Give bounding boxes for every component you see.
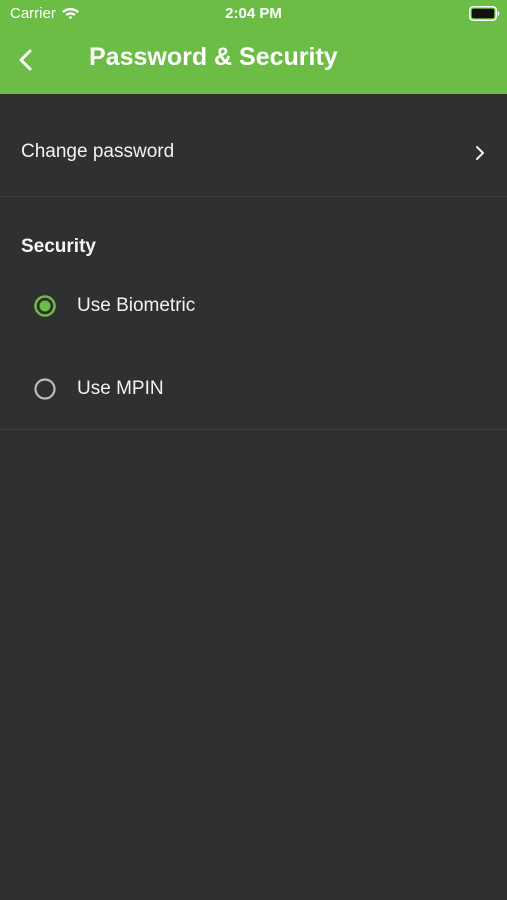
- use-mpin-option[interactable]: Use MPIN: [22, 365, 482, 413]
- divider: [0, 196, 507, 197]
- status-bar: Carrier 2:04 PM: [0, 0, 507, 28]
- chevron-left-icon: [19, 49, 32, 71]
- status-time: 2:04 PM: [225, 5, 282, 22]
- header: Carrier 2:04 PM Password & Security: [0, 0, 507, 94]
- battery-icon: [469, 6, 500, 21]
- chevron-right-icon: [476, 146, 484, 160]
- password-security-screen: Carrier 2:04 PM Password & Security Chan…: [0, 0, 507, 900]
- change-password-row[interactable]: Change password: [0, 110, 507, 196]
- change-password-label: Change password: [21, 141, 175, 162]
- divider: [0, 429, 507, 430]
- back-button[interactable]: [10, 42, 46, 78]
- page-title: Password & Security: [89, 43, 338, 71]
- radio-unselected-icon: [34, 378, 56, 400]
- use-biometric-label: Use Biometric: [77, 295, 196, 316]
- security-section-title: Security: [21, 236, 96, 257]
- radio-selected-icon: [34, 295, 56, 317]
- nav-bar: Password & Security: [0, 28, 507, 94]
- use-mpin-label: Use MPIN: [77, 378, 164, 399]
- use-biometric-option[interactable]: Use Biometric: [22, 282, 482, 330]
